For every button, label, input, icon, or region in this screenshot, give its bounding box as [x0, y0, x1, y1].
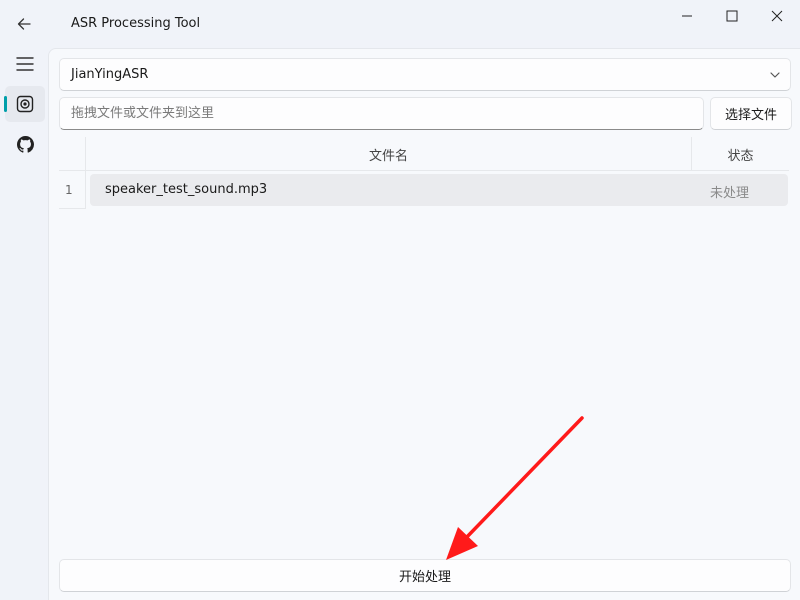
row-index: 1 [59, 171, 86, 209]
minimize-button[interactable] [664, 0, 710, 32]
hamburger-menu-icon [16, 57, 34, 71]
close-icon [771, 10, 783, 22]
title-bar: ASR Processing Tool [0, 0, 800, 48]
start-processing-button[interactable]: 开始处理 [59, 559, 791, 592]
nav-item-asr[interactable] [4, 86, 45, 122]
nav-menu-toggle[interactable] [5, 46, 45, 82]
back-button[interactable] [6, 6, 42, 42]
column-header-status[interactable]: 状态 [692, 137, 789, 171]
navigation-sidebar [0, 48, 48, 600]
table-corner-cell [59, 137, 86, 171]
asr-engine-value: JianYingASR [71, 67, 149, 82]
github-icon [16, 135, 34, 153]
active-nav-indicator [4, 96, 7, 112]
chevron-down-icon [770, 72, 780, 78]
maximize-button[interactable] [709, 0, 755, 32]
column-header-filename[interactable]: 文件名 [86, 137, 692, 171]
back-arrow-icon [17, 18, 31, 30]
maximize-icon [726, 10, 738, 22]
filename-cell: speaker_test_sound.mp3 [105, 182, 268, 197]
app-title: ASR Processing Tool [71, 16, 201, 31]
file-drop-input[interactable] [59, 97, 704, 130]
table-row[interactable]: speaker_test_sound.mp3 未处理 [90, 174, 788, 206]
main-content: JianYingASR 选择文件 文件名 状态 1 speaker_test_s… [48, 48, 800, 600]
minimize-icon [682, 15, 692, 17]
target-icon [16, 95, 34, 113]
choose-file-button[interactable]: 选择文件 [710, 97, 792, 130]
nav-item-github[interactable] [5, 126, 45, 162]
asr-engine-select[interactable]: JianYingASR [59, 58, 791, 91]
close-button[interactable] [754, 0, 800, 32]
status-cell: 未处理 [710, 186, 750, 201]
file-table: 文件名 状态 1 speaker_test_sound.mp3 未处理 [59, 137, 789, 209]
table-header: 文件名 状态 [59, 137, 789, 171]
